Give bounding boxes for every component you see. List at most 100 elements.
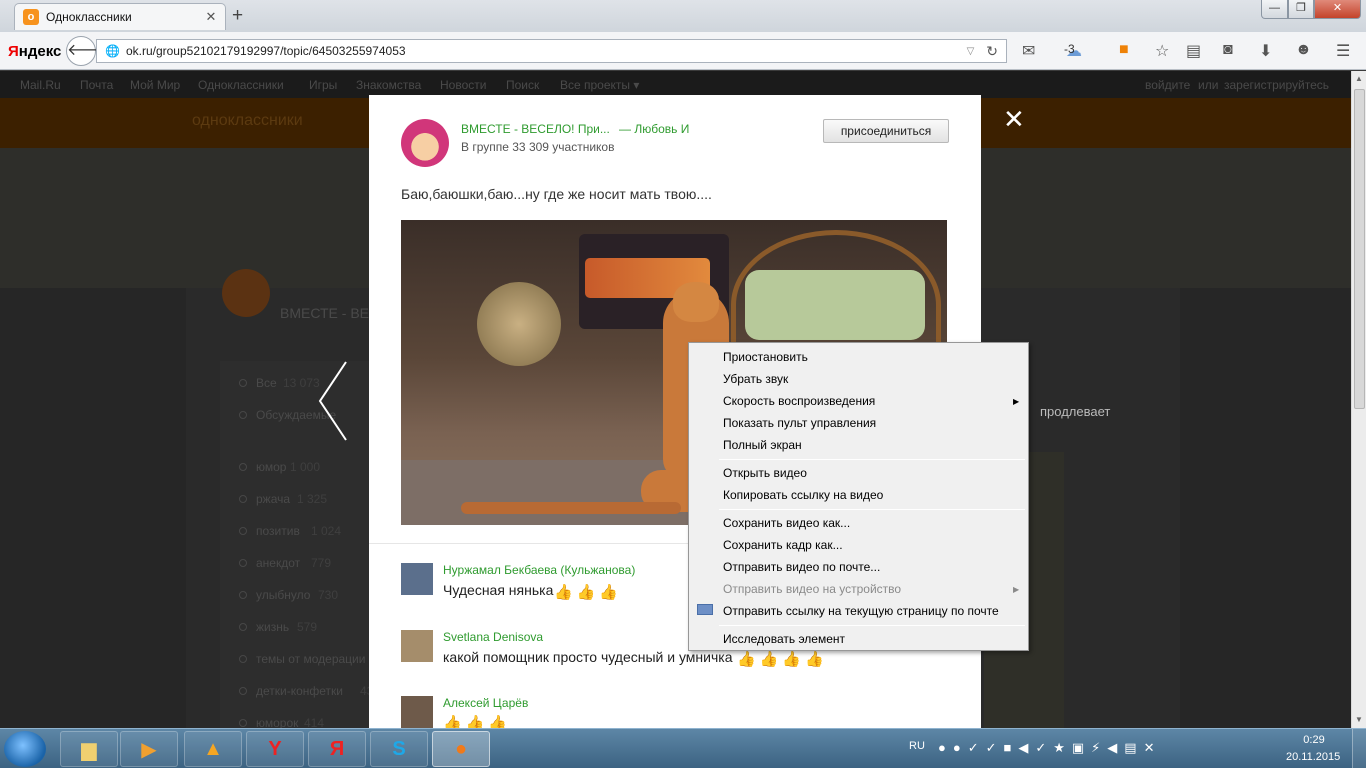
mail-icon[interactable]: ✉	[1022, 41, 1035, 61]
comment-avatar[interactable]	[401, 630, 433, 662]
topic-filter-item[interactable]: позитив	[256, 524, 300, 538]
topic-filter-count: 13 073	[283, 376, 320, 390]
reading-list-icon[interactable]: ▤	[1186, 41, 1201, 61]
menu-item-fullscreen[interactable]: Полный экран	[723, 438, 802, 452]
video-context-menu: Приостановить Убрать звук Скорость воспр…	[688, 342, 1029, 651]
media-player-icon[interactable]: ▶	[120, 731, 178, 767]
page-scrollbar[interactable]: ▲ ▼	[1351, 71, 1366, 728]
radio-icon	[239, 623, 247, 631]
back-button[interactable]: 🡐	[66, 36, 110, 66]
comment-avatar[interactable]	[401, 696, 433, 728]
yandex-browser-icon[interactable]: Y	[246, 731, 304, 767]
topic-filter-item[interactable]: юмор	[256, 460, 286, 474]
portal-link[interactable]: Почта	[80, 78, 113, 92]
topic-filter-item[interactable]: юморок	[256, 716, 298, 728]
skype-icon[interactable]: S	[370, 731, 428, 767]
scroll-down-icon[interactable]: ▼	[1355, 715, 1363, 724]
menu-item-open-video[interactable]: Открыть видео	[723, 466, 807, 480]
menu-item-email-video[interactable]: Отправить видео по почте...	[723, 560, 880, 574]
topic-filter-item[interactable]: Все	[256, 376, 277, 390]
radio-icon	[239, 463, 247, 471]
portal-link[interactable]: Мой Мир	[130, 78, 180, 92]
address-bar[interactable]: 🌐 ok.ru/group52102179192997/topic/645032…	[96, 39, 1007, 63]
join-button[interactable]: присоединиться	[823, 119, 949, 143]
clock-date[interactable]: 20.11.2015	[1286, 751, 1340, 763]
menu-item-send-to-device: Отправить видео на устройство	[723, 582, 902, 596]
topic-filter-item[interactable]: жизнь	[256, 620, 289, 634]
portal-link[interactable]: Все проекты ▾	[560, 78, 639, 92]
language-indicator[interactable]: RU	[909, 740, 925, 752]
yandex-icon[interactable]: Я	[308, 731, 366, 767]
thumbs-up-icons: 👍👍👍	[554, 584, 623, 601]
download-icon[interactable]: ⬇	[1259, 41, 1272, 61]
scroll-up-icon[interactable]: ▲	[1355, 74, 1363, 83]
maximize-button[interactable]: ❐	[1288, 0, 1314, 19]
menu-item-playback-speed[interactable]: Скорость воспроизведения	[723, 394, 875, 408]
portal-link[interactable]: Поиск	[506, 78, 539, 92]
menu-icon[interactable]: ☰	[1336, 41, 1350, 61]
menu-item-save-video[interactable]: Сохранить видео как...	[723, 516, 850, 530]
weather-temp[interactable]: -3	[1064, 42, 1075, 56]
menu-item-pause[interactable]: Приостановить	[723, 350, 808, 364]
topic-filter-item[interactable]: ржача	[256, 492, 290, 506]
yandex-logo[interactable]: Яндекс	[8, 43, 61, 60]
tab-close-icon[interactable]: ✕	[203, 9, 219, 25]
menu-item-email-page-link[interactable]: Отправить ссылку на текущую страницу по …	[723, 604, 999, 618]
topic-filter-count: 730	[318, 588, 339, 602]
register-link[interactable]: зарегистрируйтесь	[1224, 78, 1329, 92]
topic-filter-item[interactable]: анекдот	[256, 556, 300, 570]
group-name-link[interactable]: ВМЕСТЕ - ВЕСЕЛО! При...	[461, 122, 610, 136]
comment-author[interactable]: Нуржамал Бекбаева (Кульжанова)	[443, 563, 635, 577]
menu-item-copy-video-link[interactable]: Копировать ссылку на видео	[723, 488, 883, 502]
close-window-button[interactable]: ✕	[1314, 0, 1361, 19]
previous-arrow-icon[interactable]	[316, 360, 350, 442]
radio-icon	[239, 527, 247, 535]
radio-icon	[239, 719, 247, 727]
ok-extension-icon[interactable]: ■	[1119, 41, 1129, 59]
comment-author[interactable]: Алексей Царёв	[443, 696, 528, 710]
windows-taskbar: ▆ ▶ ▲ Y Я S ● RU ●●✓✓■◀✓★▣⚡◀▤✕ 0:29 20.1…	[0, 728, 1366, 768]
login-link[interactable]: войдите	[1145, 78, 1190, 92]
group-avatar[interactable]	[401, 119, 449, 167]
member-count: В группе 33 309 участников	[461, 140, 615, 154]
chat-icon[interactable]: ☻	[1295, 41, 1312, 59]
menu-item-show-controls[interactable]: Показать пульт управления	[723, 416, 876, 430]
clock-time[interactable]: 0:29	[1298, 734, 1330, 746]
browser-tab[interactable]: o Одноклассники ✕	[14, 3, 226, 30]
new-tab-button[interactable]: +	[232, 5, 243, 27]
radio-icon	[239, 411, 247, 419]
minimize-button[interactable]: —	[1261, 0, 1288, 19]
close-modal-icon[interactable]: ✕	[1003, 106, 1025, 132]
portal-link[interactable]: Mail.Ru	[20, 78, 61, 92]
tab-title: Одноклассники	[46, 10, 132, 24]
radio-icon	[239, 495, 247, 503]
comment-author[interactable]: Svetlana Denisova	[443, 630, 543, 644]
menu-item-save-frame[interactable]: Сохранить кадр как...	[723, 538, 843, 552]
topic-filter-item[interactable]: темы от модерации	[256, 652, 365, 666]
portal-link[interactable]: Игры	[309, 78, 337, 92]
author-link[interactable]: — Любовь И	[619, 122, 689, 136]
url-dropdown-icon[interactable]: ▽	[967, 46, 975, 57]
start-button[interactable]	[4, 731, 46, 767]
explorer-icon[interactable]: ▆	[60, 731, 118, 767]
firefox-icon[interactable]: ●	[432, 731, 490, 767]
comment-avatar[interactable]	[401, 563, 433, 595]
radio-icon	[239, 591, 247, 599]
show-desktop-button[interactable]	[1352, 729, 1366, 768]
bookmark-star-icon[interactable]: ☆	[1155, 41, 1169, 61]
aimp-icon[interactable]: ▲	[184, 731, 242, 767]
menu-item-mute[interactable]: Убрать звук	[723, 372, 788, 386]
group-title: ВМЕСТЕ - ВЕ	[280, 305, 369, 321]
site-logo[interactable]: одноклассники	[192, 112, 303, 130]
topic-filter-item[interactable]: детки-конфетки	[256, 684, 343, 698]
portal-link[interactable]: Новости	[440, 78, 486, 92]
video-frame-bag	[477, 282, 561, 366]
pocket-icon[interactable]: ◙	[1223, 41, 1233, 59]
portal-link[interactable]: Одноклассники	[198, 78, 284, 92]
reload-icon[interactable]: ↻	[986, 43, 998, 60]
scrollbar-thumb[interactable]	[1354, 89, 1365, 409]
portal-link[interactable]: Знакомства	[356, 78, 421, 92]
system-tray-icons[interactable]: ●●✓✓■◀✓★▣⚡◀▤✕	[938, 740, 1161, 756]
topic-filter-item[interactable]: улыбнуло	[256, 588, 310, 602]
menu-item-inspect-element[interactable]: Исследовать элемент	[723, 632, 845, 646]
